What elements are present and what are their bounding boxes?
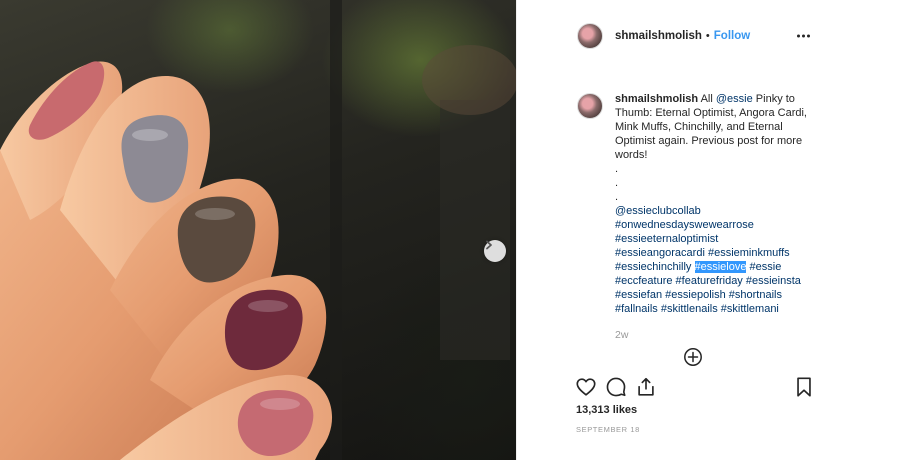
- share-button[interactable]: [635, 376, 657, 398]
- hashtag[interactable]: #essiepolish: [665, 289, 726, 301]
- caption-username[interactable]: shmailshmolish: [615, 93, 698, 105]
- hashtag[interactable]: #fallnails: [615, 303, 658, 315]
- comment-button[interactable]: [605, 376, 627, 398]
- mention-essieclubcollab[interactable]: @essieclubcollab: [615, 205, 701, 217]
- post-date: SEPTEMBER 18: [576, 425, 640, 434]
- hashtag[interactable]: #essieinsta: [746, 275, 801, 287]
- caption-dot: .: [615, 177, 619, 189]
- post-photo[interactable]: [0, 0, 516, 460]
- hashtag[interactable]: #shortnails: [729, 289, 782, 301]
- heart-icon: [576, 378, 596, 396]
- avatar[interactable]: [577, 23, 603, 49]
- plus-circle-icon: [684, 348, 702, 366]
- caption-body: shmailshmolish All @essie Pinky to Thumb…: [615, 92, 815, 342]
- action-bar: [575, 376, 815, 398]
- mention-essie[interactable]: @essie: [716, 93, 753, 105]
- post-side-panel: shmailshmolish • Follow shmailshmolish A…: [516, 0, 900, 460]
- hashtag-selected[interactable]: #essielove: [694, 261, 747, 273]
- follow-button[interactable]: Follow: [714, 30, 750, 42]
- hashtag[interactable]: #skittlenails: [661, 303, 718, 315]
- hashtag[interactable]: #skittlemani: [721, 303, 779, 315]
- hashtag[interactable]: #essiechinchilly: [615, 261, 691, 273]
- hashtag[interactable]: #eccfeature: [615, 275, 672, 287]
- chevron-right-icon: [486, 240, 492, 250]
- hashtag[interactable]: #essie: [750, 261, 782, 273]
- caption-dot: .: [615, 163, 619, 175]
- likes-count[interactable]: 13,313 likes: [576, 404, 637, 416]
- header-separator: •: [705, 30, 710, 42]
- hashtag[interactable]: #essiefan: [615, 289, 662, 301]
- hashtag[interactable]: #essieangoracardi: [615, 247, 705, 259]
- save-button[interactable]: [793, 376, 815, 398]
- hashtag[interactable]: #essieminkmuffs: [708, 247, 790, 259]
- carousel-next-button[interactable]: [484, 240, 506, 262]
- post-header: shmailshmolish • Follow: [517, 0, 900, 72]
- caption: shmailshmolish All @essie Pinky to Thumb…: [517, 72, 900, 342]
- hashtag[interactable]: #essieeternaloptimist: [615, 233, 718, 245]
- caption-lead: All: [700, 93, 716, 105]
- comment-icon: [606, 377, 626, 397]
- bookmark-icon: [797, 377, 811, 397]
- more-options-icon[interactable]: [797, 34, 810, 38]
- hand-illustration: [0, 0, 516, 460]
- hashtag[interactable]: #featurefriday: [676, 275, 743, 287]
- header-username[interactable]: shmailshmolish: [615, 30, 702, 42]
- share-icon: [638, 377, 654, 396]
- load-more-comments-button[interactable]: [683, 347, 703, 367]
- like-button[interactable]: [575, 376, 597, 398]
- hashtag[interactable]: #onwednesdayswewearrose: [615, 219, 754, 231]
- caption-time[interactable]: 2w: [615, 328, 815, 342]
- caption-dot: .: [615, 191, 619, 203]
- caption-avatar[interactable]: [577, 93, 603, 119]
